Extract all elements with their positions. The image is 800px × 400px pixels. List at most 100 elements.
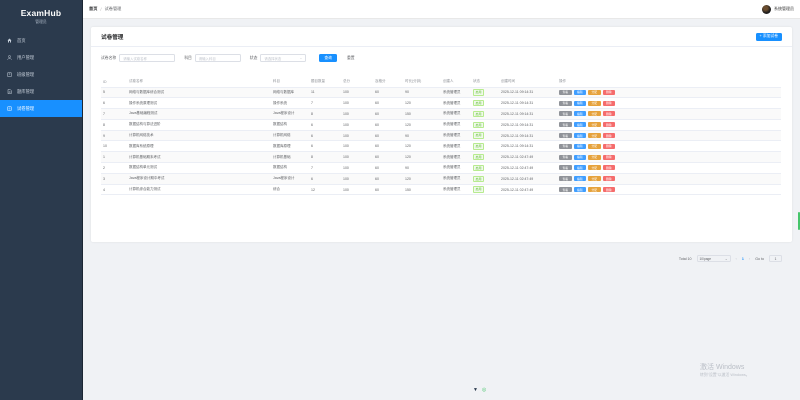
assign-button[interactable]: 分配	[588, 143, 601, 149]
sidebar-item-home[interactable]: 首页	[0, 32, 82, 49]
cell-pass: 60	[373, 151, 403, 164]
cell-created: 2025-12-11 02:47:49	[499, 162, 557, 174]
cell-count: 8	[309, 108, 341, 120]
sidebar-item-question-bank[interactable]: 题库管理	[0, 83, 82, 100]
goto-input[interactable]: 1	[769, 255, 782, 262]
assign-button[interactable]: 分配	[588, 100, 601, 106]
breadcrumb-home[interactable]: 首页	[89, 6, 97, 12]
delete-button[interactable]: 删除	[602, 122, 615, 128]
delete-button[interactable]: 删除	[602, 187, 615, 193]
status-select-placeholder: 请选择状态	[264, 56, 282, 61]
delete-button[interactable]: 删除	[602, 176, 615, 182]
col-created: 创建时间	[499, 77, 557, 88]
cell-count: 8	[309, 151, 341, 164]
cell-creator: 系统管理员	[441, 108, 471, 120]
cell-name: 网络与数据库综合测试	[127, 87, 271, 99]
edit-button[interactable]: 编辑	[573, 187, 586, 193]
cell-status: 启用	[471, 97, 499, 110]
cell-pass: 60	[373, 119, 403, 131]
assign-button[interactable]: 分配	[588, 133, 601, 139]
assign-button[interactable]: 分配	[588, 111, 601, 117]
cell-count: 6	[309, 173, 341, 185]
app-logo[interactable]: ExamHub 管理员	[0, 0, 82, 30]
view-button[interactable]: 查看	[559, 187, 572, 193]
row-actions: 查看 编辑 分配 删除	[559, 143, 781, 149]
cell-created: 2025-12-11 09:14:31	[499, 140, 557, 153]
page-title: 试卷管理	[101, 34, 124, 41]
delete-button[interactable]: 删除	[602, 111, 615, 117]
triangle-down-icon[interactable]: ▼	[473, 387, 478, 393]
cell-id: 8	[101, 119, 127, 131]
page-number-current[interactable]: 1	[742, 257, 744, 261]
next-page-button[interactable]: ›	[749, 256, 750, 261]
status-badge: 启用	[473, 110, 485, 118]
delete-button[interactable]: 删除	[602, 154, 615, 160]
floating-controls: ▼ ◎	[473, 387, 486, 393]
sidebar-item-classes[interactable]: 班级管理	[0, 66, 82, 83]
delete-button[interactable]: 删除	[602, 100, 615, 106]
view-button[interactable]: 查看	[559, 143, 572, 149]
sidebar: ExamHub 管理员 首页 用户管理 班级管理 题库管理 试卷管理	[0, 0, 83, 400]
view-button[interactable]: 查看	[559, 122, 572, 128]
home-icon	[6, 38, 13, 43]
refresh-icon[interactable]: ◎	[482, 387, 486, 393]
cell-total: 100	[341, 151, 373, 164]
status-badge: 启用	[473, 164, 485, 172]
cell-status: 启用	[471, 184, 499, 196]
edit-button[interactable]: 编辑	[573, 133, 586, 139]
subject-label: 科目	[184, 55, 192, 60]
edit-button[interactable]: 编辑	[573, 89, 586, 95]
delete-button[interactable]: 删除	[602, 89, 615, 95]
sidebar-item-users[interactable]: 用户管理	[0, 49, 82, 66]
page-size-select[interactable]: 10/page ⌄	[696, 255, 731, 262]
view-button[interactable]: 查看	[559, 100, 572, 106]
cell-created: 2025-12-11 02:47:49	[499, 173, 557, 185]
edit-button[interactable]: 编辑	[573, 111, 586, 117]
delete-button[interactable]: 删除	[602, 133, 615, 139]
user-name: 系统管理员	[774, 6, 794, 11]
cell-id: 6	[101, 97, 127, 110]
cell-pass: 60	[373, 87, 403, 99]
cell-actions: 查看 编辑 分配 删除	[557, 97, 781, 110]
view-button[interactable]: 查看	[559, 176, 572, 182]
assign-button[interactable]: 分配	[588, 176, 601, 182]
edit-button[interactable]: 编辑	[573, 122, 586, 128]
cell-creator: 系统管理员	[441, 140, 471, 153]
view-button[interactable]: 查看	[559, 133, 572, 139]
edit-button[interactable]: 编辑	[573, 100, 586, 106]
assign-button[interactable]: 分配	[588, 122, 601, 128]
user-menu[interactable]: 系统管理员	[762, 4, 794, 14]
cell-subject: 计算机网络	[271, 130, 309, 142]
cell-name: Java基础编程测试	[127, 108, 271, 120]
row-actions: 查看 编辑 分配 删除	[559, 176, 781, 182]
cell-creator: 系统管理员	[441, 151, 471, 164]
delete-button[interactable]: 删除	[602, 143, 615, 149]
edit-button[interactable]: 编辑	[573, 176, 586, 182]
query-button[interactable]: 查询	[319, 54, 337, 62]
col-subject: 科目	[271, 77, 309, 88]
prev-page-button[interactable]: ‹	[736, 256, 737, 261]
add-paper-button[interactable]: + 添加试卷	[755, 32, 782, 41]
assign-button[interactable]: 分配	[588, 187, 601, 193]
view-button[interactable]: 查看	[559, 154, 572, 160]
paper-name-input[interactable]: 请输入试卷名称	[119, 54, 176, 62]
assign-button[interactable]: 分配	[588, 165, 601, 171]
cell-id: 10	[101, 140, 127, 153]
col-status: 状态	[471, 77, 499, 88]
view-button[interactable]: 查看	[559, 111, 572, 117]
subject-input[interactable]: 请输入科目	[194, 54, 241, 62]
edit-button[interactable]: 编辑	[573, 165, 586, 171]
view-button[interactable]: 查看	[559, 165, 572, 171]
edit-button[interactable]: 编辑	[573, 154, 586, 160]
reset-button[interactable]: 重置	[343, 54, 359, 62]
view-button[interactable]: 查看	[559, 89, 572, 95]
delete-button[interactable]: 删除	[602, 165, 615, 171]
sidebar-item-papers[interactable]: 试卷管理	[0, 100, 82, 117]
assign-button[interactable]: 分配	[588, 154, 601, 160]
status-select[interactable]: 请选择状态 ⌄	[260, 54, 307, 62]
cell-name: 数据结构与算法进阶	[127, 119, 271, 131]
paper-icon	[6, 106, 13, 111]
assign-button[interactable]: 分配	[588, 89, 601, 95]
cell-total: 100	[341, 184, 373, 196]
edit-button[interactable]: 编辑	[573, 143, 586, 149]
